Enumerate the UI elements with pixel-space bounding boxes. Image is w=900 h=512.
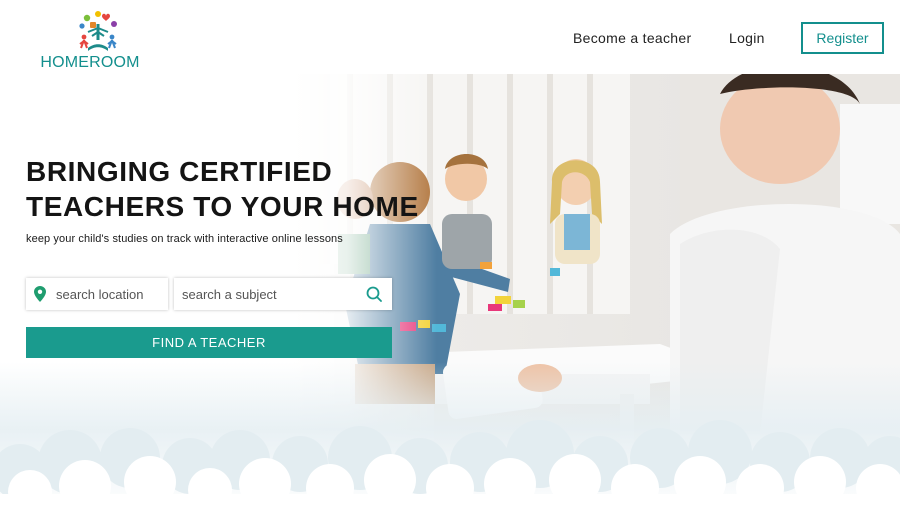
logo-wordmark: HOMEROOM	[40, 54, 140, 71]
nav-become-teacher-link[interactable]: Become a teacher	[573, 30, 691, 46]
hero-subheadline: keep your child's studies on track with …	[26, 233, 343, 245]
register-button[interactable]: Register	[801, 22, 884, 54]
hero-section: BRINGING CERTIFIED TEACHERS TO YOUR HOME…	[0, 74, 900, 512]
location-field[interactable]	[26, 278, 168, 310]
find-teacher-button[interactable]: FIND A TEACHER	[26, 327, 392, 358]
map-pin-icon	[34, 286, 46, 302]
location-search-input[interactable]	[56, 278, 166, 310]
tree-logo-icon	[79, 11, 117, 51]
subject-search-input[interactable]	[182, 278, 362, 310]
hero-headline: BRINGING CERTIFIED TEACHERS TO YOUR HOME	[26, 154, 446, 224]
headline-line-2: TEACHERS TO YOUR HOME	[26, 191, 419, 222]
homeroom-logo[interactable]: HOMEROOM	[38, 10, 142, 72]
headline-line-1: BRINGING CERTIFIED	[26, 156, 333, 187]
search-bar	[26, 278, 392, 310]
cloud-border	[0, 362, 900, 512]
search-icon[interactable]	[366, 286, 382, 302]
nav-login-link[interactable]: Login	[729, 30, 765, 46]
site-header: HOMEROOM Become a teacher Login Register	[0, 0, 900, 74]
subject-field[interactable]	[174, 278, 392, 310]
